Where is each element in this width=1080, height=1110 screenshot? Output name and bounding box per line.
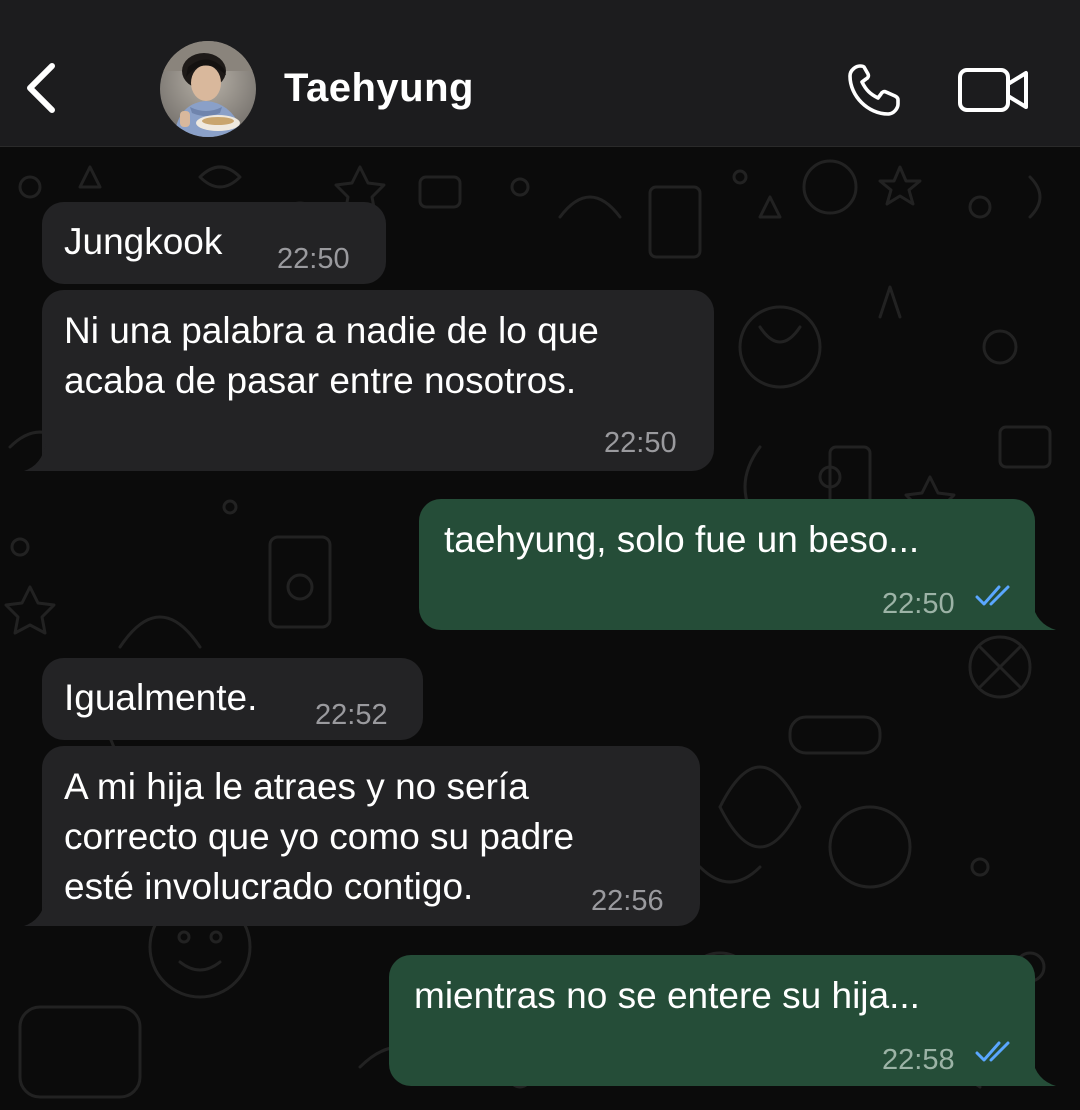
message-text-line: correcto que yo como su padre — [64, 816, 575, 857]
message-time: 22:52 — [315, 699, 388, 731]
message-list[interactable]: Jungkook 22:50 Ni una palabra a nadie de… — [0, 147, 1080, 1110]
message-time: 22:50 — [604, 427, 677, 459]
message-time: 22:50 — [882, 588, 955, 620]
video-camera-icon — [958, 68, 1028, 112]
contact-name[interactable]: Taehyung — [284, 66, 474, 111]
message-bubble[interactable]: taehyung, solo fue un beso... 22:50 — [419, 499, 1035, 630]
back-button[interactable] — [18, 56, 66, 120]
bubble-tail — [1016, 602, 1056, 630]
message-text: mientras no se entere su hija... — [414, 975, 920, 1016]
message-text: Igualmente. — [64, 677, 258, 718]
voice-call-button[interactable] — [842, 58, 906, 122]
bubble-tail — [24, 898, 60, 926]
chevron-left-icon — [27, 63, 55, 113]
message-text: Jungkook — [64, 221, 223, 262]
message-bubble[interactable]: A mi hija le atraes y no sería correcto … — [42, 746, 700, 926]
avatar-photo — [160, 41, 256, 137]
double-check-icon — [975, 585, 1010, 606]
message-text-line: acaba de pasar entre nosotros. — [64, 360, 577, 401]
message-bubble[interactable]: Ni una palabra a nadie de lo que acaba d… — [42, 290, 714, 471]
message-text-line: esté involucrado contigo. — [64, 866, 474, 907]
message-text-line: Ni una palabra a nadie de lo que — [64, 310, 599, 351]
message-bubble[interactable]: mientras no se entere su hija... 22:58 — [389, 955, 1035, 1086]
message-text: taehyung, solo fue un beso... — [444, 519, 920, 560]
bubble-tail — [24, 443, 60, 471]
phone-icon — [848, 64, 900, 116]
chat-header: Taehyung — [0, 0, 1080, 147]
bubble-tail — [1016, 1058, 1056, 1086]
message-bubble[interactable]: Igualmente. 22:52 — [42, 658, 423, 740]
message-time: 22:56 — [591, 885, 664, 917]
message-time: 22:50 — [277, 243, 350, 275]
chat-screen: Taehyung Jungkook 22:50 Ni una palabra a… — [0, 0, 1080, 1110]
message-text-line: A mi hija le atraes y no sería — [64, 766, 529, 807]
message-bubble[interactable]: Jungkook 22:50 — [42, 202, 386, 284]
double-check-icon — [975, 1041, 1010, 1062]
avatar[interactable] — [160, 41, 256, 137]
message-time: 22:58 — [882, 1044, 955, 1076]
video-call-button[interactable] — [956, 64, 1032, 116]
